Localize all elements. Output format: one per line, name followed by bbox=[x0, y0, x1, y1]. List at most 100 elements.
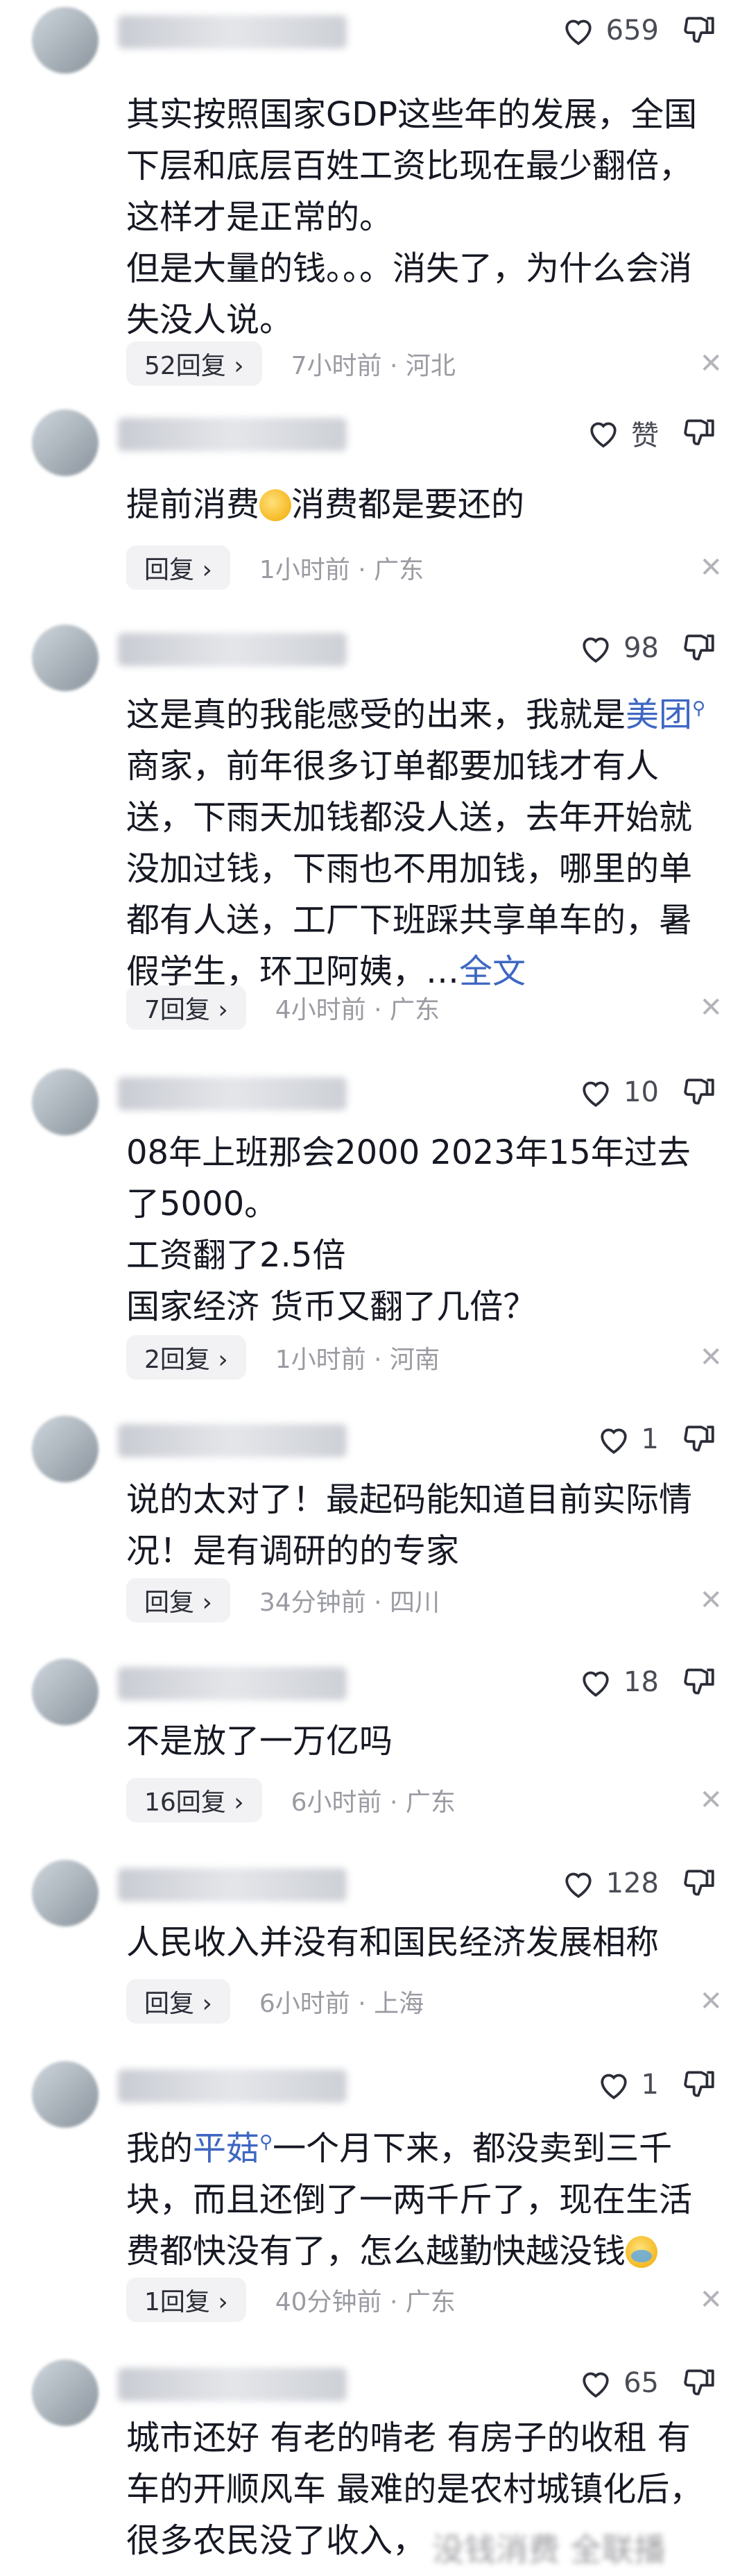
avatar[interactable] bbox=[32, 1659, 98, 1725]
comment-item: 10 08年上班那会2000 2023年15年过去了5000。 工资翻了2.5倍… bbox=[0, 1069, 749, 1395]
close-icon[interactable]: ✕ bbox=[699, 1341, 723, 1373]
thumbs-down-icon[interactable] bbox=[682, 1664, 717, 1699]
heart-outline-icon bbox=[583, 2372, 609, 2398]
heart-outline-icon bbox=[583, 637, 609, 663]
reply-button[interactable]: 16回复 › bbox=[126, 1778, 262, 1822]
like-count: 赞 bbox=[631, 420, 659, 452]
username-blurred[interactable] bbox=[118, 2069, 347, 2103]
avatar[interactable] bbox=[32, 1069, 98, 1135]
reply-button[interactable]: 1回复 › bbox=[126, 2278, 246, 2322]
avatar[interactable] bbox=[32, 1416, 98, 1482]
close-icon[interactable]: ✕ bbox=[699, 992, 723, 1024]
username-blurred[interactable] bbox=[118, 1667, 347, 1700]
comment-meta: 1回复 › 40分钟前 · 广东 ✕ bbox=[126, 2278, 723, 2322]
reply-button[interactable]: 7回复 › bbox=[126, 985, 246, 1030]
heart-outline-icon bbox=[600, 1428, 627, 1455]
avatar[interactable] bbox=[32, 7, 98, 74]
comment-item: 赞 提前消费 消费都是要还的 回复 › 1小时前 · 广东 ✕ bbox=[0, 409, 749, 611]
reply-button[interactable]: 回复 › bbox=[126, 1578, 230, 1622]
timestamp-location: 40分钟前 · 广东 bbox=[275, 2288, 456, 2316]
timestamp-location: 4小时前 · 广东 bbox=[275, 996, 440, 1024]
heart-outline-icon bbox=[590, 422, 617, 448]
avatar[interactable] bbox=[32, 2061, 98, 2128]
timestamp-location: 34分钟前 · 四川 bbox=[259, 1588, 440, 1617]
like-button[interactable]: 659 bbox=[560, 10, 659, 51]
username-blurred[interactable] bbox=[118, 1424, 347, 1457]
like-button[interactable]: 98 bbox=[578, 627, 659, 669]
close-icon[interactable]: ✕ bbox=[699, 1584, 723, 1616]
comment-item: 18 不是放了一万亿吗 16回复 › 6小时前 · 广东 ✕ bbox=[0, 1659, 749, 1839]
like-count: 98 bbox=[623, 632, 659, 664]
watermark-blurred: 没钱消费 全联播 bbox=[432, 2531, 666, 2568]
like-count: 128 bbox=[605, 1867, 659, 1899]
comment-meta: 回复 › 6小时前 · 上海 ✕ bbox=[126, 1979, 723, 2024]
heart-outline-icon bbox=[583, 1671, 609, 1697]
search-mini-icon[interactable]: ⚲ bbox=[259, 2132, 273, 2153]
thumbs-down-icon[interactable] bbox=[682, 1865, 717, 1900]
like-count: 1 bbox=[641, 1423, 659, 1455]
comment-text: 这是真的我能感受的出来，我就是美团⚲ 商家，前年很多订单都要加钱才有人送，下雨天加… bbox=[126, 683, 709, 997]
username-blurred[interactable] bbox=[118, 1077, 347, 1110]
close-icon[interactable]: ✕ bbox=[699, 2284, 723, 2316]
avatar[interactable] bbox=[32, 625, 98, 691]
search-link[interactable]: 美团 bbox=[626, 695, 692, 734]
timestamp-location: 1小时前 · 广东 bbox=[259, 556, 424, 584]
comment-item: 65 城市还好 有老的啃老 有房子的收租 有车的开顺风车 最难的是农村城镇化后，… bbox=[0, 2359, 749, 2576]
text-segment: 这是真的我能感受的出来，我就是 bbox=[126, 695, 626, 734]
avatar[interactable] bbox=[32, 1860, 98, 1926]
search-mini-icon[interactable]: ⚲ bbox=[692, 698, 705, 719]
timestamp-location: 6小时前 · 广东 bbox=[291, 1788, 456, 1817]
like-button[interactable]: 1 bbox=[596, 2064, 659, 2105]
username-blurred[interactable] bbox=[118, 633, 347, 666]
thumbs-down-icon[interactable] bbox=[682, 415, 717, 450]
thumbs-down-icon[interactable] bbox=[682, 12, 717, 47]
comment-meta: 16回复 › 6小时前 · 广东 ✕ bbox=[126, 1778, 723, 1822]
thumbs-down-icon[interactable] bbox=[682, 1421, 717, 1456]
heart-outline-icon bbox=[583, 1081, 609, 1108]
avatar[interactable] bbox=[32, 409, 98, 476]
timestamp-location: 6小时前 · 上海 bbox=[259, 1990, 424, 2018]
comment-item: 128 人民收入并没有和国民经济发展相称 回复 › 6小时前 · 上海 ✕ bbox=[0, 1860, 749, 2040]
text-segment: 消费都是要还的 bbox=[291, 485, 525, 524]
search-link[interactable]: 平菇 bbox=[193, 2129, 259, 2168]
close-icon[interactable]: ✕ bbox=[699, 1985, 723, 2017]
thumbs-down-icon[interactable] bbox=[682, 2365, 717, 2400]
comment-text: 我的平菇⚲一个月下来，都没卖到三千块，而且还倒了一两千斤了，现在生活费都快没有了… bbox=[126, 2117, 709, 2277]
reply-button[interactable]: 2回复 › bbox=[126, 1335, 246, 1380]
comment-text: 人民收入并没有和国民经济发展相称 bbox=[126, 1923, 660, 1962]
heart-outline-icon bbox=[565, 1872, 592, 1899]
avatar[interactable] bbox=[32, 2359, 98, 2426]
comment-text: 提前消费 消费都是要还的 bbox=[126, 479, 709, 530]
like-button[interactable]: 65 bbox=[578, 2362, 659, 2404]
thumbs-up-emoji-icon bbox=[259, 489, 292, 521]
username-blurred[interactable] bbox=[118, 15, 347, 49]
comment-item: 659 其实按照国家GDP这些年的发展，全国下层和底层百姓工资比现在最少翻倍，这… bbox=[0, 7, 749, 386]
like-button[interactable]: 赞 bbox=[585, 412, 659, 454]
timestamp-location: 7小时前 · 河北 bbox=[291, 352, 456, 380]
comment-item: 98 这是真的我能感受的出来，我就是美团⚲ 商家，前年很多订单都要加钱才有人送，下… bbox=[0, 625, 749, 1041]
close-icon[interactable]: ✕ bbox=[699, 552, 723, 584]
text-segment: 我的 bbox=[126, 2129, 193, 2168]
close-icon[interactable]: ✕ bbox=[699, 348, 723, 380]
like-count: 18 bbox=[623, 1666, 659, 1698]
thumbs-down-icon[interactable] bbox=[682, 630, 717, 665]
comment-meta: 52回复 › 7小时前 · 河北 ✕ bbox=[126, 341, 723, 386]
heart-outline-icon bbox=[565, 19, 592, 46]
like-button[interactable]: 1 bbox=[596, 1418, 659, 1460]
reply-button[interactable]: 回复 › bbox=[126, 1979, 230, 2024]
reply-button[interactable]: 52回复 › bbox=[126, 341, 262, 386]
like-button[interactable]: 18 bbox=[578, 1661, 659, 1703]
username-blurred[interactable] bbox=[118, 418, 347, 451]
comment-text: 08年上班那会2000 2023年15年过去了5000。 工资翻了2.5倍 国家… bbox=[126, 1133, 691, 1326]
thumbs-down-icon[interactable] bbox=[682, 1074, 717, 1109]
like-count: 10 bbox=[623, 1076, 659, 1108]
username-blurred[interactable] bbox=[118, 2368, 347, 2401]
comment-item: 1 我的平菇⚲一个月下来，都没卖到三千块，而且还倒了一两千斤了，现在生活费都快没… bbox=[0, 2061, 749, 2332]
like-button[interactable]: 128 bbox=[560, 1863, 659, 1904]
thumbs-down-icon[interactable] bbox=[682, 2067, 717, 2101]
like-button[interactable]: 10 bbox=[578, 1071, 659, 1113]
reply-button[interactable]: 回复 › bbox=[126, 545, 230, 590]
username-blurred[interactable] bbox=[118, 1868, 347, 1901]
comment-text: 不是放了一万亿吗 bbox=[126, 1722, 393, 1761]
close-icon[interactable]: ✕ bbox=[699, 1784, 723, 1816]
